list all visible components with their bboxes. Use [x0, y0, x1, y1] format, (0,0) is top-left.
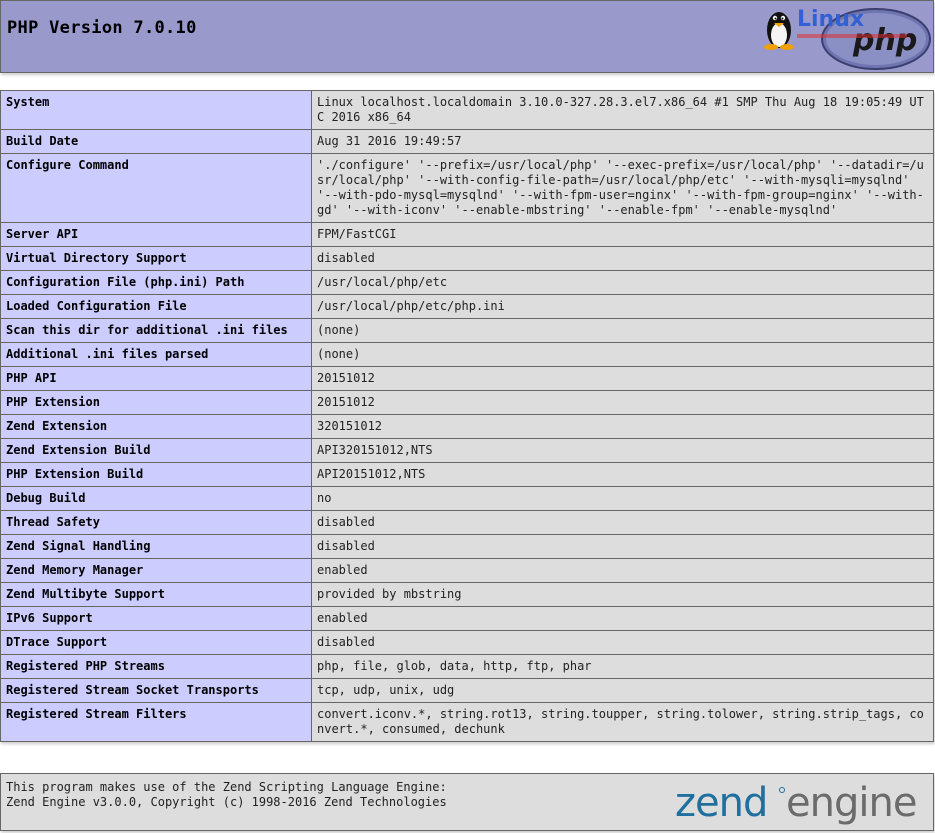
table-row: Registered PHP Streams php, file, glob, d… [0, 654, 934, 679]
table-row: Virtual Directory Support disabled [0, 246, 934, 271]
zend-footer: This program makes use of the Zend Scrip… [0, 773, 934, 831]
table-row: Registered Stream Filters convert.iconv.*… [0, 702, 934, 742]
row-label: Scan this dir for additional .ini files [0, 318, 312, 343]
tux-penguin-icon [764, 12, 794, 50]
table-row: Scan this dir for additional .ini files(… [0, 318, 934, 343]
row-value: './configure' '--prefix=/usr/local/php' … [311, 153, 934, 223]
row-label: Registered PHP Streams [0, 654, 312, 679]
row-value: (none) [311, 342, 934, 367]
table-row: Build Date Aug 31 2016 19:49:57 [0, 129, 934, 154]
row-value: disabled [311, 510, 934, 535]
zend-engine-logo-icon: zend engine [675, 780, 917, 826]
row-label: Configure Command [0, 153, 312, 223]
row-value: disabled [311, 246, 934, 271]
table-row: DTrace Support disabled [0, 630, 934, 655]
row-label: Zend Extension [0, 414, 312, 439]
table-row: Additional .ini files parsed (none) [0, 342, 934, 367]
row-value: convert.iconv.*, string.rot13, string.to… [311, 702, 934, 742]
row-label: Configuration File (php.ini) Path [0, 270, 312, 295]
table-row: System Linux localhost.localdomain 3.10.0… [0, 90, 934, 130]
row-label: Registered Stream Filters [0, 702, 312, 742]
table-row: Zend Extension Build API320151012,NTS [0, 438, 934, 463]
table-row: Registered Stream Socket Transports tcp, … [0, 678, 934, 703]
table-row: PHP API 20151012 [0, 366, 934, 391]
table-row: Zend Memory Manager enabled [0, 558, 934, 583]
row-label: Zend Signal Handling [0, 534, 312, 559]
table-row: Thread Safety disabled [0, 510, 934, 535]
phpinfo-page: PHP Version 7.0.10 php Linux System Linu… [0, 0, 935, 833]
row-value: API320151012,NTS [311, 438, 934, 463]
row-label: Server API [0, 222, 312, 247]
row-label: System [0, 90, 312, 130]
table-row: PHP Extension Build API20151012,NTS [0, 462, 934, 487]
row-value: disabled [311, 534, 934, 559]
row-label: PHP Extension [0, 390, 312, 415]
row-label: Zend Memory Manager [0, 558, 312, 583]
row-value: /usr/local/php/etc [311, 270, 934, 295]
row-label: PHP API [0, 366, 312, 391]
row-label: Virtual Directory Support [0, 246, 312, 271]
row-label: Zend Multibyte Support [0, 582, 312, 607]
php-logo-icon: php Linux [764, 7, 931, 70]
row-value: provided by mbstring [311, 582, 934, 607]
row-label: PHP Extension Build [0, 462, 312, 487]
row-label: IPv6 Support [0, 606, 312, 631]
row-value: 320151012 [311, 414, 934, 439]
svg-text:engine: engine [786, 780, 916, 826]
table-row: Configuration File (php.ini) Path/usr/lo… [0, 270, 934, 295]
row-value: disabled [311, 630, 934, 655]
page-title: PHP Version 7.0.10 [7, 18, 197, 38]
table-row: Debug Build no [0, 486, 934, 511]
row-value: enabled [311, 606, 934, 631]
row-value: 20151012 [311, 390, 934, 415]
svg-text:zend: zend [675, 780, 767, 826]
row-value: php, file, glob, data, http, ftp, phar [311, 654, 934, 679]
row-value: /usr/local/php/etc/php.ini [311, 294, 934, 319]
table-row: IPv6 Support enabled [0, 606, 934, 631]
zend-credit-line-2: Zend Engine v3.0.0, Copyright (c) 1998-2… [6, 795, 447, 809]
row-label: Registered Stream Socket Transports [0, 678, 312, 703]
row-label: DTrace Support [0, 630, 312, 655]
row-label: Build Date [0, 129, 312, 154]
table-row: Zend Signal Handling disabled [0, 534, 934, 559]
page-header: PHP Version 7.0.10 php Linux [0, 0, 934, 73]
info-table: System Linux localhost.localdomain 3.10.0… [0, 90, 934, 742]
table-row: Zend Multibyte Support provided by mbstri… [0, 582, 934, 607]
row-value: API20151012,NTS [311, 462, 934, 487]
table-row: PHP Extension 20151012 [0, 390, 934, 415]
row-value: no [311, 486, 934, 511]
row-label: Zend Extension Build [0, 438, 312, 463]
table-row: Loaded Configuration File/usr/local/php/… [0, 294, 934, 319]
row-label: Additional .ini files parsed [0, 342, 312, 367]
zend-credit-text: This program makes use of the Zend Scrip… [6, 780, 447, 810]
table-row: Zend Extension 320151012 [0, 414, 934, 439]
row-value: tcp, udp, unix, udg [311, 678, 934, 703]
row-label: Debug Build [0, 486, 312, 511]
zend-credit-line-1: This program makes use of the Zend Scrip… [6, 780, 447, 794]
row-value: 20151012 [311, 366, 934, 391]
row-value: enabled [311, 558, 934, 583]
svg-text:Linux: Linux [797, 7, 864, 32]
row-value: Linux localhost.localdomain 3.10.0-327.2… [311, 90, 934, 130]
row-label: Loaded Configuration File [0, 294, 312, 319]
table-row: Server API FPM/FastCGI [0, 222, 934, 247]
row-value: Aug 31 2016 19:49:57 [311, 129, 934, 154]
row-value: (none) [311, 318, 934, 343]
row-value: FPM/FastCGI [311, 222, 934, 247]
row-label: Thread Safety [0, 510, 312, 535]
table-row: Configure Command './configure' '--prefix… [0, 153, 934, 223]
